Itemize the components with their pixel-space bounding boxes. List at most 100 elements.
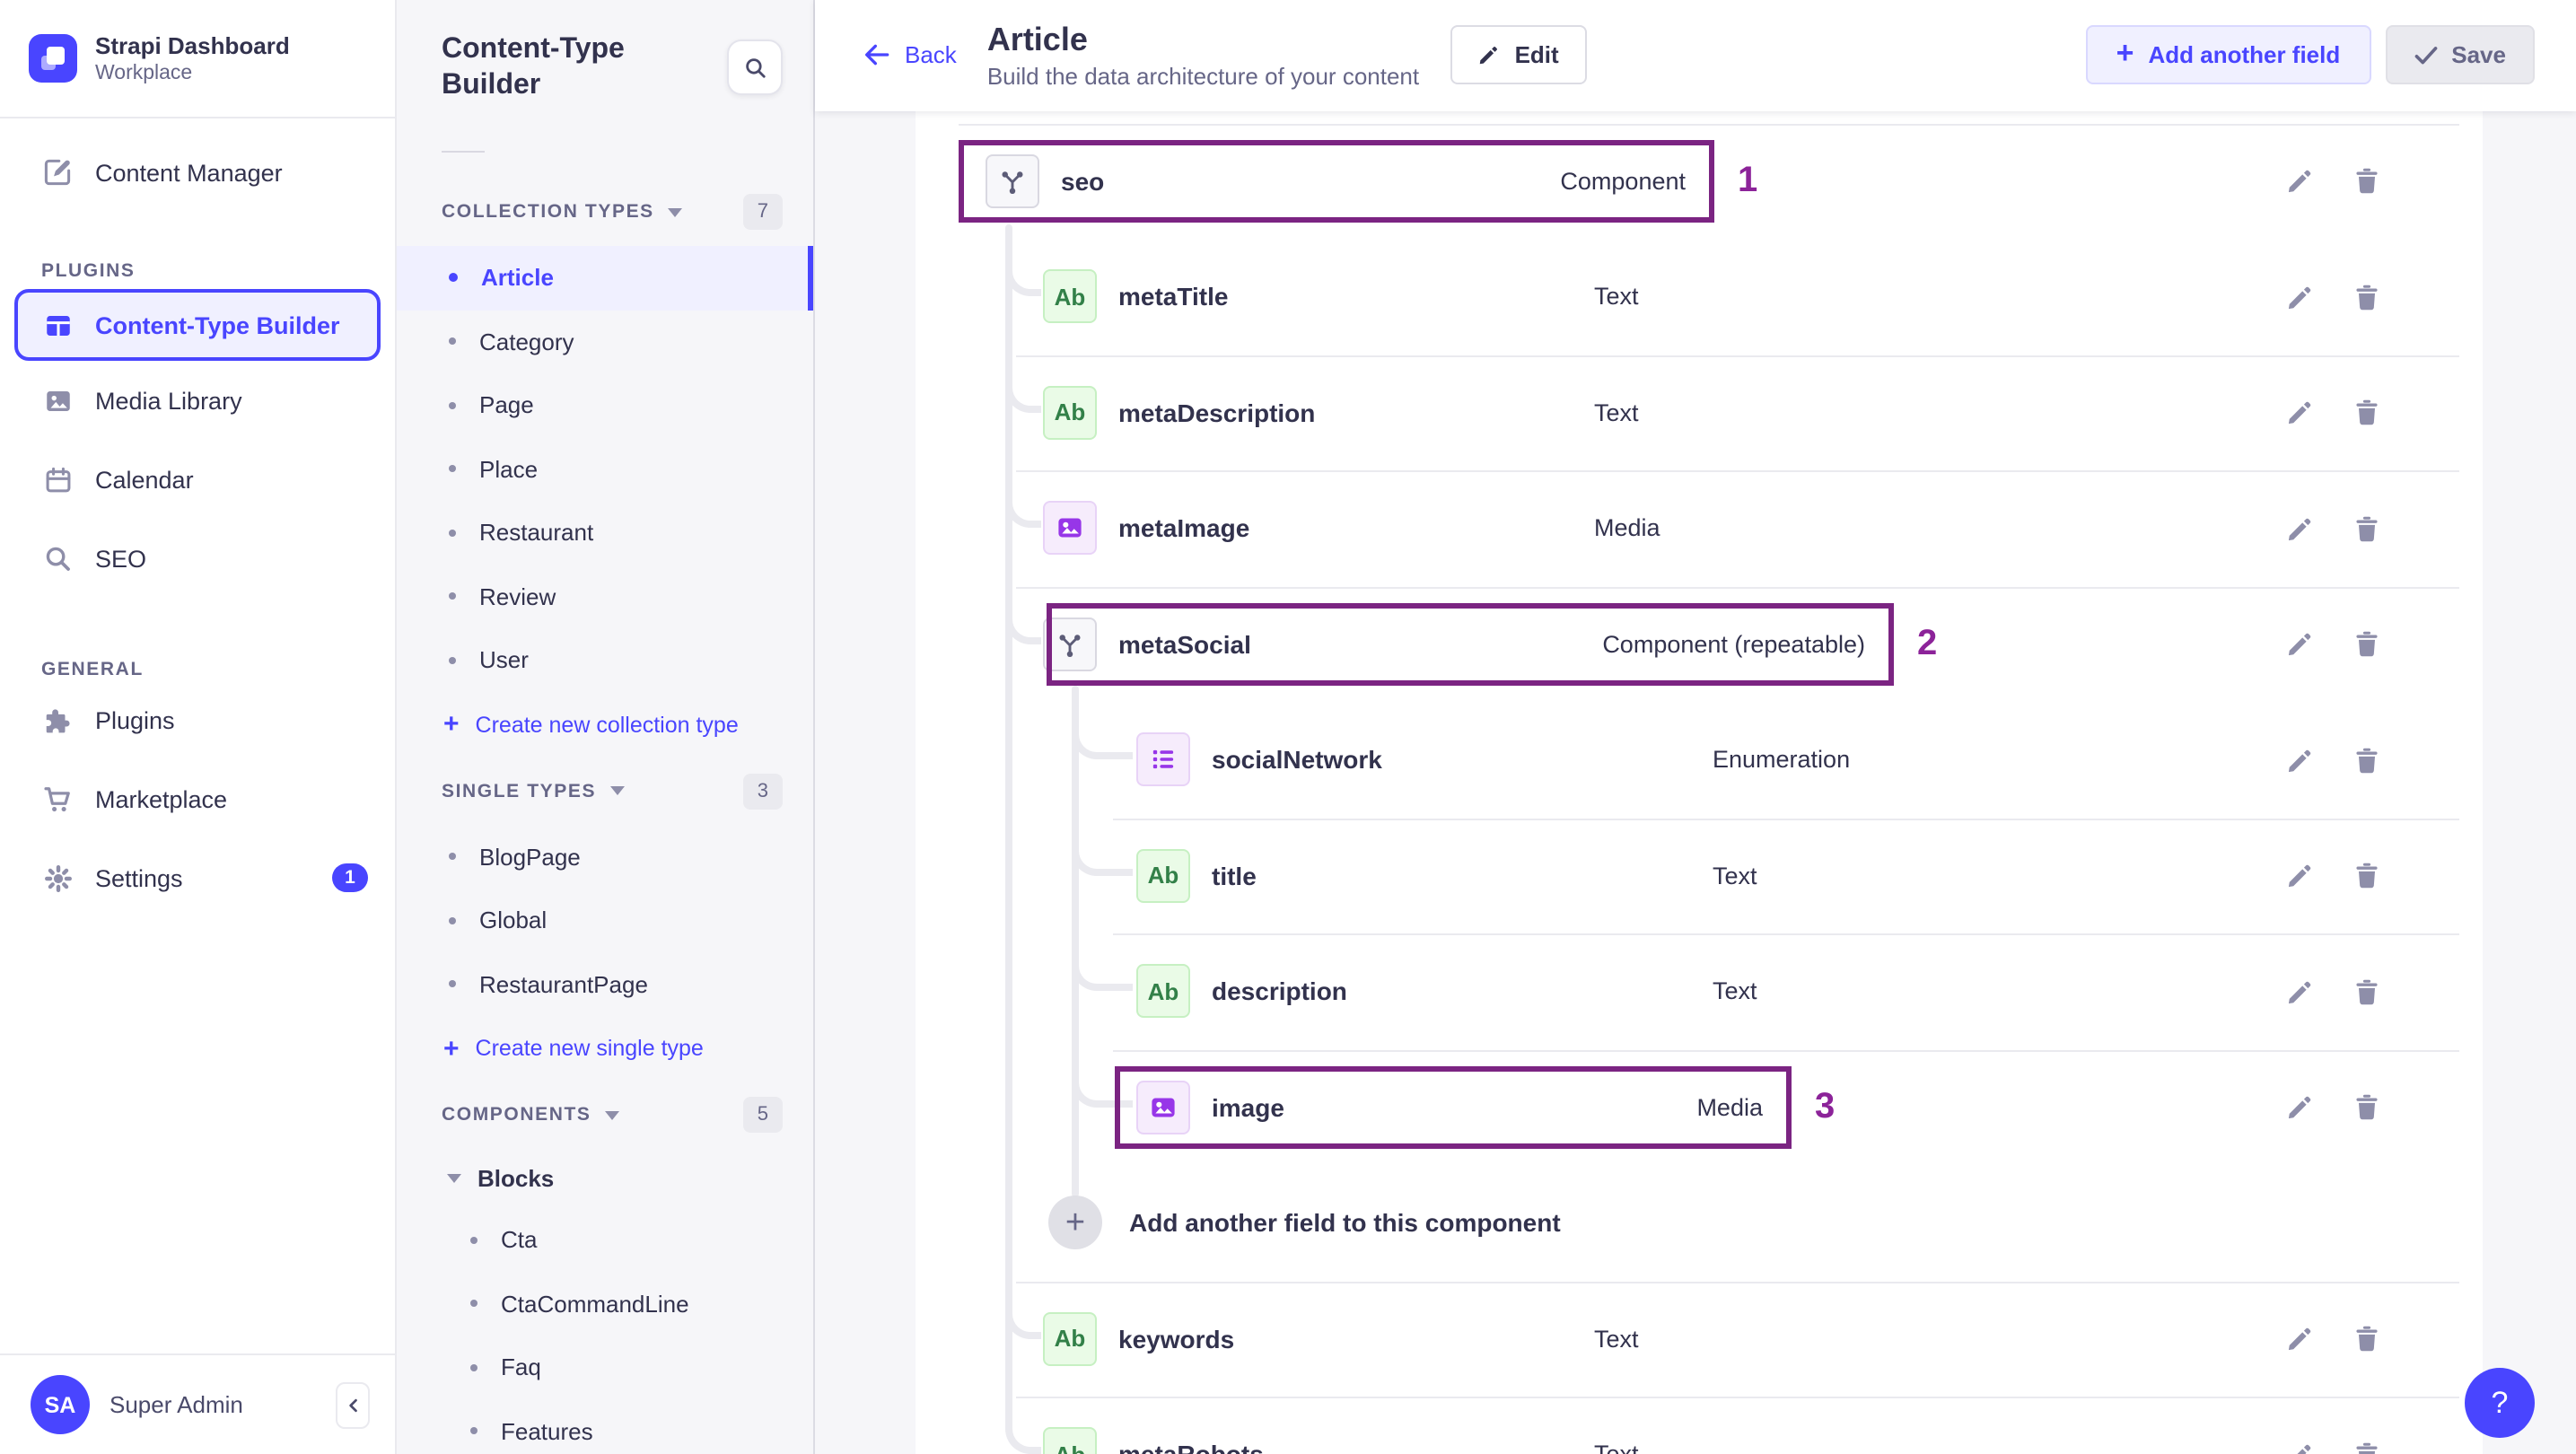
subnav-item-label: RestaurantPage <box>479 970 648 998</box>
delete-field-button[interactable] <box>2350 281 2382 313</box>
avatar: SA <box>31 1375 90 1434</box>
subnav-item-features[interactable]: Features <box>397 1399 813 1454</box>
pencil-icon <box>2284 629 2315 660</box>
collapse-sidebar-button[interactable] <box>336 1381 370 1428</box>
delete-field-button[interactable] <box>2350 1091 2382 1124</box>
field-name: metaSocial <box>1118 629 1251 659</box>
create-link-create-new-collection-type[interactable]: + Create new collection type <box>397 692 813 757</box>
bullet-icon <box>470 1300 478 1308</box>
sidebar-item-calendar[interactable]: Calendar <box>0 440 395 519</box>
field-type: Text <box>1594 1441 1639 1454</box>
edit-field-button[interactable] <box>2283 281 2316 313</box>
edit-field-button[interactable] <box>2283 860 2316 892</box>
user-menu[interactable]: SA Super Admin <box>0 1353 395 1454</box>
subnav-item-blog-page[interactable]: BlogPage <box>397 825 813 889</box>
field-name: seo <box>1061 166 1105 196</box>
bullet-icon <box>449 529 456 537</box>
row-actions <box>2283 860 2382 892</box>
sidebar-item-content-type-builder[interactable]: Content-Type Builder <box>14 289 381 361</box>
group-header-components[interactable]: COMPONENTS 5 <box>397 1081 813 1149</box>
row-divider <box>959 123 2459 125</box>
subnav-item-cta[interactable]: Cta <box>397 1208 813 1272</box>
search-button[interactable] <box>727 39 783 95</box>
media-field-icon <box>1136 1080 1190 1134</box>
delete-field-button[interactable] <box>2350 165 2382 197</box>
chevron-down-icon <box>447 1174 461 1183</box>
subnav-item-label: BlogPage <box>479 843 581 871</box>
field-type: Enumeration <box>1713 746 1851 774</box>
bullet-icon <box>449 853 456 861</box>
enumeration-field-icon <box>1136 732 1190 787</box>
subnav-item-label: Cta <box>501 1226 538 1254</box>
subnav-item-label: CtaCommandLine <box>501 1290 689 1318</box>
edit-field-button[interactable] <box>2283 1091 2316 1124</box>
subnav-item-user[interactable]: User <box>397 628 813 692</box>
edit-field-button[interactable] <box>2283 1439 2316 1454</box>
subnav-item-page[interactable]: Page <box>397 373 813 437</box>
sidebar-item-settings[interactable]: Settings 1 <box>0 838 395 917</box>
field-name: metaRobots <box>1118 1441 1264 1454</box>
check-icon <box>2414 46 2437 64</box>
edit-button[interactable]: Edit <box>1450 25 1587 85</box>
main-sidebar: Strapi Dashboard Workplace Content Manag… <box>0 0 397 1454</box>
subnav-item-review[interactable]: Review <box>397 565 813 628</box>
group-header-collection-types[interactable]: COLLECTION TYPES 7 <box>397 178 813 246</box>
sidebar-item-media-library[interactable]: Media Library <box>0 361 395 440</box>
add-field-row: + Add another field to this component <box>959 1165 2459 1281</box>
edit-field-button[interactable] <box>2283 512 2316 545</box>
edit-field-button[interactable] <box>2283 976 2316 1008</box>
edit-field-button[interactable] <box>2283 1323 2316 1355</box>
bullet-icon <box>449 465 456 473</box>
field-name: description <box>1212 977 1347 1006</box>
subnav-item-global[interactable]: Global <box>397 889 813 952</box>
subnav-item-article[interactable]: Article <box>397 246 813 310</box>
subnav-item-label: Features <box>501 1417 593 1445</box>
row-actions <box>2283 281 2382 313</box>
add-another-field-button[interactable]: + Add another field <box>2085 25 2371 85</box>
component-group-blocks[interactable]: Blocks <box>397 1149 813 1208</box>
delete-field-button[interactable] <box>2350 1323 2382 1355</box>
edit-field-button[interactable] <box>2283 628 2316 661</box>
fields-card: 1 seo Component Ab metaTitle Text Ab metaDescri… <box>916 110 2482 1454</box>
edit-field-button[interactable] <box>2283 744 2316 776</box>
delete-field-button[interactable] <box>2350 628 2382 661</box>
subnav-item-place[interactable]: Place <box>397 437 813 501</box>
arrow-left-icon <box>865 45 889 66</box>
add-field-to-component-button[interactable]: + <box>1048 1196 1102 1250</box>
subnav-item-cta-command-line[interactable]: CtaCommandLine <box>397 1272 813 1336</box>
pencil-icon <box>2284 166 2315 197</box>
sidebar-item-plugins[interactable]: Plugins <box>0 680 395 759</box>
back-link[interactable]: Back <box>862 42 957 69</box>
subnav-item-category[interactable]: Category <box>397 310 813 373</box>
field-type: Text <box>1713 862 1757 889</box>
subnav-item-faq[interactable]: Faq <box>397 1336 813 1399</box>
row-actions <box>2283 1439 2382 1454</box>
delete-field-button[interactable] <box>2350 512 2382 545</box>
delete-field-button[interactable] <box>2350 976 2382 1008</box>
trash-icon <box>2351 1440 2381 1454</box>
user-name: Super Admin <box>110 1391 243 1418</box>
field-row-keywords: Ab keywords Text <box>959 1281 2459 1397</box>
delete-field-button[interactable] <box>2350 397 2382 429</box>
brand-block[interactable]: Strapi Dashboard Workplace <box>0 0 395 118</box>
save-button[interactable]: Save <box>2385 25 2535 85</box>
sidebar-item-seo[interactable]: SEO <box>0 519 395 598</box>
edit-field-button[interactable] <box>2283 397 2316 429</box>
media-field-icon <box>1043 501 1097 556</box>
subnav-item-restaurant[interactable]: Restaurant <box>397 501 813 565</box>
sidebar-item-content-manager[interactable]: Content Manager <box>0 138 395 206</box>
group-header-single-types[interactable]: SINGLE TYPES 3 <box>397 757 813 825</box>
delete-field-button[interactable] <box>2350 1439 2382 1454</box>
delete-field-button[interactable] <box>2350 860 2382 892</box>
field-row-description: Ab description Text <box>959 933 2459 1049</box>
edit-field-button[interactable] <box>2283 165 2316 197</box>
bullet-icon <box>449 337 456 346</box>
section-label-general: GENERAL <box>41 659 144 680</box>
subnav-item-restaurant-page[interactable]: RestaurantPage <box>397 952 813 1016</box>
sidebar-item-marketplace[interactable]: Marketplace <box>0 759 395 838</box>
create-link-create-new-single-type[interactable]: + Create new single type <box>397 1016 813 1081</box>
magnifier-icon <box>745 57 765 77</box>
row-actions <box>2283 628 2382 661</box>
help-button[interactable]: ? <box>2465 1368 2535 1438</box>
delete-field-button[interactable] <box>2350 744 2382 776</box>
